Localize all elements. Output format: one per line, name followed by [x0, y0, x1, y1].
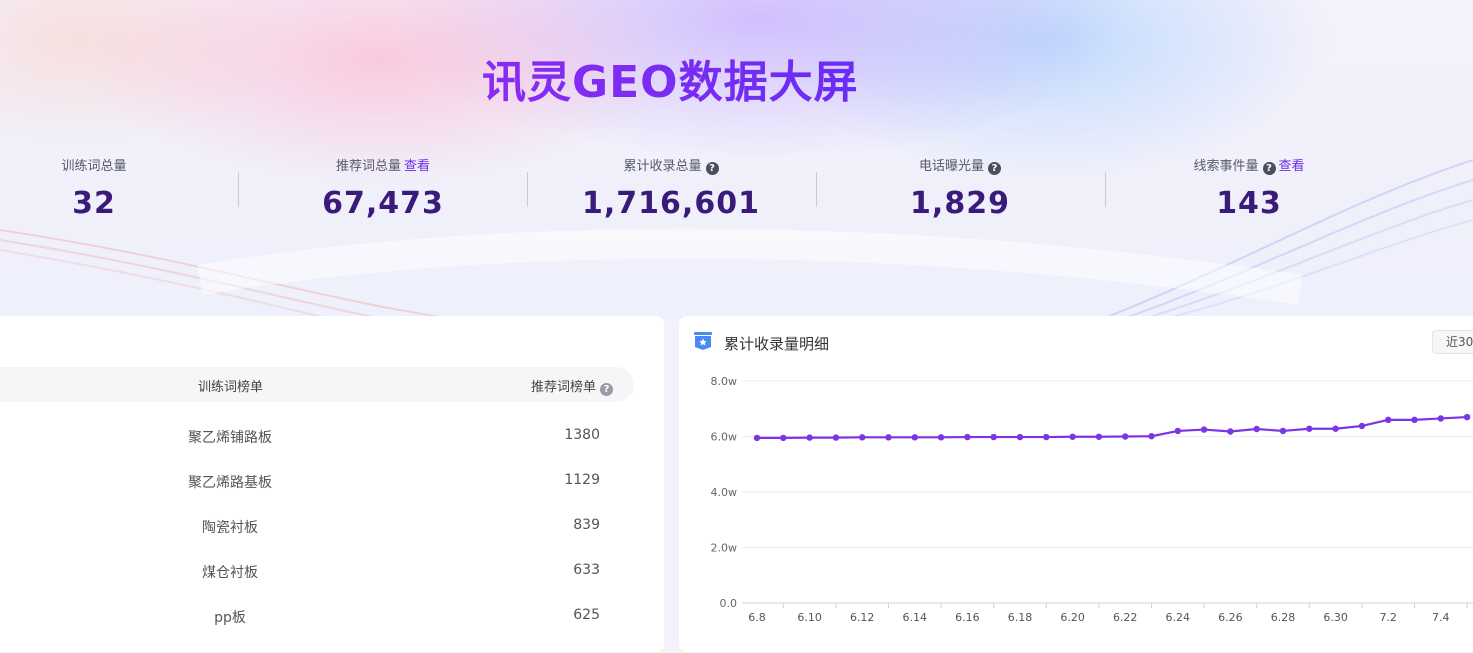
data-point: [885, 434, 892, 441]
x-tick-label: 6.28: [1271, 611, 1296, 624]
data-point: [1332, 425, 1339, 432]
stat-value: 67,473: [322, 186, 444, 221]
help-icon[interactable]: ?: [600, 383, 614, 396]
ranking-count: 625: [573, 607, 600, 623]
data-point: [1279, 427, 1287, 435]
tab-training-ranking[interactable]: 训练词榜单: [198, 376, 263, 395]
data-point: [990, 433, 997, 441]
data-point: [1043, 433, 1050, 441]
stat-divider: [816, 172, 817, 207]
stat-label: 电话曝光量: [918, 159, 984, 174]
stat-label: 推荐词总量: [335, 159, 401, 174]
data-point: [780, 434, 787, 442]
data-point: [1437, 415, 1444, 422]
stat-value: 32: [72, 186, 116, 221]
data-point: [1200, 426, 1208, 433]
stat-divider: [238, 172, 239, 207]
data-point: [1122, 433, 1129, 440]
view-leads-link[interactable]: 查看: [1279, 159, 1305, 174]
y-tick-label: 4.0w: [711, 486, 738, 499]
tab-recommended-label: 推荐词榜单: [531, 380, 597, 395]
stat-label: 训练词总量: [61, 159, 127, 174]
data-point: [1095, 433, 1103, 440]
stat-divider: [527, 172, 528, 207]
stat-recommended-words: 推荐词总量 查看 67,473: [263, 158, 503, 221]
ranking-row: 聚乙烯铺路板 1380: [0, 427, 634, 472]
y-tick-label: 0.0: [720, 597, 738, 610]
x-tick-label: 6.24: [1166, 611, 1191, 624]
x-tick-label: 6.12: [850, 611, 875, 624]
stat-value: 1,716,601: [582, 186, 760, 221]
ranking-keyword: 陶瓷衬板: [202, 520, 258, 536]
indexed-line-chart: 8.0w 6.0w 4.0w 2.0w 0.0 6.8 6.10 6.12 6.14 6.16 6.…: [711, 375, 1473, 624]
data-point: [859, 434, 866, 441]
stat-lead-events: 线索事件量? 查看 143: [1129, 158, 1369, 221]
x-tick-label: 6.14: [903, 611, 928, 624]
data-point: [832, 434, 840, 441]
x-tick-label: 6.26: [1218, 611, 1243, 624]
ranking-keyword: 聚乙烯铺路板: [188, 430, 272, 446]
ranking-row: 陶瓷衬板 839: [0, 517, 634, 562]
ranking-keyword: 煤仓衬板: [202, 565, 258, 581]
data-point: [911, 434, 918, 441]
data-point: [806, 434, 813, 441]
help-icon[interactable]: ?: [1262, 162, 1276, 175]
stat-training-words: 训练词总量 32: [0, 158, 214, 221]
ranking-count: 1129: [564, 472, 600, 488]
stat-label: 累计收录总量: [623, 159, 702, 174]
ranking-row: pp板 625: [0, 607, 634, 652]
data-point: [937, 434, 945, 441]
stat-divider: [1105, 172, 1106, 207]
stat-value: 143: [1216, 186, 1282, 221]
x-tick-label: 6.30: [1323, 611, 1348, 624]
ranking-count: 633: [573, 562, 600, 578]
stat-label: 线索事件量: [1193, 159, 1259, 174]
stat-total-indexed: 累计收录总量? 1,716,601: [551, 158, 791, 221]
x-tick-label: 7.2: [1379, 611, 1397, 624]
ranking-keyword: 聚乙烯路基板: [188, 475, 272, 491]
x-tick-label: 7.4: [1432, 611, 1450, 624]
ranking-row: 煤仓衬板 633: [0, 562, 634, 607]
x-tick-label: 6.8: [748, 611, 766, 624]
data-point: [1306, 425, 1313, 432]
data-point: [1358, 422, 1366, 430]
y-tick-label: 6.0w: [711, 431, 738, 444]
help-icon[interactable]: ?: [988, 162, 1001, 175]
data-point: [1253, 425, 1260, 433]
tab-recommended-ranking[interactable]: 推荐词榜单?: [531, 376, 614, 396]
data-point: [1174, 427, 1181, 435]
data-point: [964, 433, 971, 441]
ranking-count: 839: [573, 517, 600, 533]
stat-value: 1,829: [910, 186, 1010, 221]
ranking-count: 1380: [564, 427, 600, 443]
data-point: [1069, 433, 1076, 440]
y-tick-label: 2.0w: [711, 542, 738, 555]
data-point: [1148, 433, 1155, 440]
indexed-chart-card: 累计收录量明细 近30 8.0w 6.0w 4.0w 2.0w 0.0 6.8 6.10 6.…: [679, 316, 1473, 652]
data-point: [1463, 413, 1471, 421]
x-tick-label: 6.20: [1060, 611, 1085, 624]
ranking-keyword: pp板: [214, 610, 246, 626]
x-tick-label: 6.22: [1113, 611, 1138, 624]
x-tick-label: 6.16: [955, 611, 980, 624]
data-point: [1411, 416, 1418, 424]
view-recommended-link[interactable]: 查看: [404, 159, 430, 174]
y-tick-label: 8.0w: [711, 375, 738, 388]
data-point: [753, 434, 761, 442]
ranking-row: 聚乙烯路基板 1129: [0, 472, 634, 517]
data-point: [1385, 416, 1392, 424]
stat-phone-exposure: 电话曝光量? 1,829: [840, 158, 1080, 221]
data-point: [1227, 428, 1234, 435]
ranking-tabs: 训练词榜单 推荐词榜单?: [0, 367, 634, 402]
x-tick-label: 6.18: [1008, 611, 1033, 624]
page-title: 讯灵GEO数据大屏: [482, 46, 859, 110]
data-point: [1016, 433, 1024, 441]
help-icon[interactable]: ?: [705, 162, 719, 175]
x-tick-label: 6.10: [797, 611, 822, 624]
ranking-card: 训练词榜单 推荐词榜单? 聚乙烯铺路板 1380 聚乙烯路基板 1129 陶瓷衬…: [0, 316, 664, 652]
